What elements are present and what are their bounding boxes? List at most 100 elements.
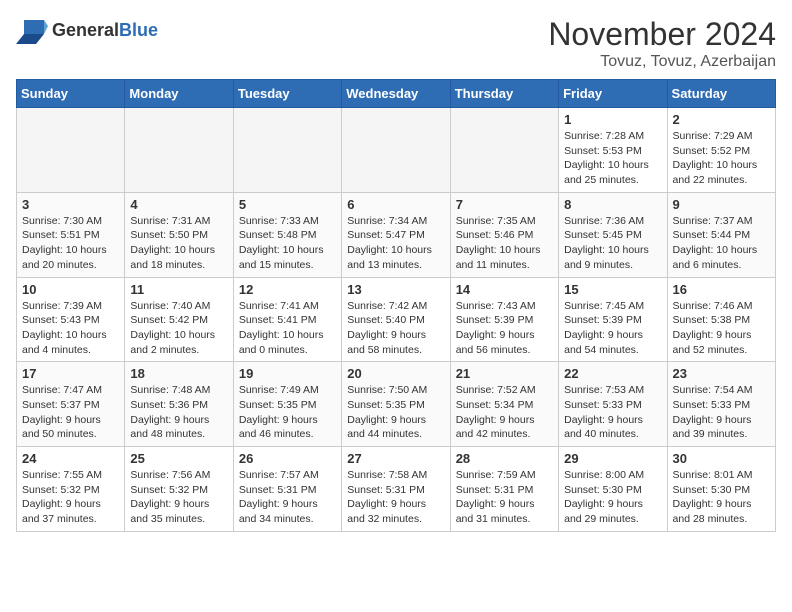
- calendar-cell: 21 Sunrise: 7:52 AM Sunset: 5:34 PM Dayli…: [450, 362, 558, 447]
- calendar-cell: 25 Sunrise: 7:56 AM Sunset: 5:32 PM Dayli…: [125, 447, 233, 532]
- day-number: 21: [456, 366, 553, 381]
- day-number: 6: [347, 197, 444, 212]
- day-number: 26: [239, 451, 336, 466]
- week-row-2: 3 Sunrise: 7:30 AM Sunset: 5:51 PM Daylig…: [17, 192, 776, 277]
- calendar-cell: 28Sunrise: 7:59 AM Sunset: 5:31 PM Dayli…: [450, 447, 558, 532]
- day-info: Sunrise: 7:52 AM Sunset: 5:34 PM Dayligh…: [456, 383, 553, 442]
- calendar-cell: 17 Sunrise: 7:47 AM Sunset: 5:37 PM Dayli…: [17, 362, 125, 447]
- day-info: Sunrise: 7:45 AM Sunset: 5:39 PM Dayligh…: [564, 299, 661, 358]
- week-row-5: 24 Sunrise: 7:55 AM Sunset: 5:32 PM Dayli…: [17, 447, 776, 532]
- day-number: 29: [564, 451, 661, 466]
- day-info: Sunrise: 7:33 AM Sunset: 5:48 PM Dayligh…: [239, 214, 336, 273]
- day-number: 3: [22, 197, 119, 212]
- day-info: Sunrise: 7:46 AM Sunset: 5:38 PM Dayligh…: [673, 299, 770, 358]
- day-number: 22: [564, 366, 661, 381]
- calendar-cell: 26 Sunrise: 7:57 AM Sunset: 5:31 PM Dayli…: [233, 447, 341, 532]
- weekday-header-friday: Friday: [559, 80, 667, 108]
- day-info: Sunrise: 7:48 AM Sunset: 5:36 PM Dayligh…: [130, 383, 227, 442]
- calendar-cell: 19 Sunrise: 7:49 AM Sunset: 5:35 PM Dayli…: [233, 362, 341, 447]
- day-info: Sunrise: 7:28 AM Sunset: 5:53 PM Dayligh…: [564, 129, 661, 188]
- calendar-cell: 6 Sunrise: 7:34 AM Sunset: 5:47 PM Daylig…: [342, 192, 450, 277]
- day-number: 5: [239, 197, 336, 212]
- day-number: 2: [673, 112, 770, 127]
- calendar-cell: 14 Sunrise: 7:43 AM Sunset: 5:39 PM Dayli…: [450, 277, 558, 362]
- day-info: Sunrise: 7:47 AM Sunset: 5:37 PM Dayligh…: [22, 383, 119, 442]
- day-info: Sunrise: 7:53 AM Sunset: 5:33 PM Dayligh…: [564, 383, 661, 442]
- week-row-4: 17 Sunrise: 7:47 AM Sunset: 5:37 PM Dayli…: [17, 362, 776, 447]
- day-info: Sunrise: 7:35 AM Sunset: 5:46 PM Dayligh…: [456, 214, 553, 273]
- weekday-header-monday: Monday: [125, 80, 233, 108]
- day-number: 24: [22, 451, 119, 466]
- day-number: 17: [22, 366, 119, 381]
- day-info: Sunrise: 7:37 AM Sunset: 5:44 PM Dayligh…: [673, 214, 770, 273]
- day-info: Sunrise: 7:50 AM Sunset: 5:35 PM Dayligh…: [347, 383, 444, 442]
- calendar-cell: 1 Sunrise: 7:28 AM Sunset: 5:53 PM Daylig…: [559, 108, 667, 193]
- day-number: 20: [347, 366, 444, 381]
- day-number: 9: [673, 197, 770, 212]
- calendar-cell: 5 Sunrise: 7:33 AM Sunset: 5:48 PM Daylig…: [233, 192, 341, 277]
- month-title: November 2024: [548, 16, 776, 53]
- logo-text: GeneralBlue: [52, 20, 158, 41]
- day-number: 10: [22, 282, 119, 297]
- calendar-cell: 29 Sunrise: 8:00 AM Sunset: 5:30 PM Dayli…: [559, 447, 667, 532]
- day-number: 30: [673, 451, 770, 466]
- day-info: Sunrise: 7:36 AM Sunset: 5:45 PM Dayligh…: [564, 214, 661, 273]
- calendar-cell: 23Sunrise: 7:54 AM Sunset: 5:33 PM Dayli…: [667, 362, 775, 447]
- day-number: 14: [456, 282, 553, 297]
- day-info: Sunrise: 7:56 AM Sunset: 5:32 PM Dayligh…: [130, 468, 227, 527]
- calendar-cell: 18Sunrise: 7:48 AM Sunset: 5:36 PM Dayli…: [125, 362, 233, 447]
- calendar-cell: 7Sunrise: 7:35 AM Sunset: 5:46 PM Daylig…: [450, 192, 558, 277]
- calendar-cell: 4 Sunrise: 7:31 AM Sunset: 5:50 PM Daylig…: [125, 192, 233, 277]
- day-info: Sunrise: 7:55 AM Sunset: 5:32 PM Dayligh…: [22, 468, 119, 527]
- day-number: 19: [239, 366, 336, 381]
- calendar-cell: 15 Sunrise: 7:45 AM Sunset: 5:39 PM Dayli…: [559, 277, 667, 362]
- day-number: 13: [347, 282, 444, 297]
- calendar-cell: [450, 108, 558, 193]
- day-info: Sunrise: 7:43 AM Sunset: 5:39 PM Dayligh…: [456, 299, 553, 358]
- day-info: Sunrise: 7:31 AM Sunset: 5:50 PM Dayligh…: [130, 214, 227, 273]
- day-info: Sunrise: 7:29 AM Sunset: 5:52 PM Dayligh…: [673, 129, 770, 188]
- day-number: 25: [130, 451, 227, 466]
- day-number: 8: [564, 197, 661, 212]
- calendar-cell: [342, 108, 450, 193]
- calendar-cell: 12 Sunrise: 7:41 AM Sunset: 5:41 PM Dayli…: [233, 277, 341, 362]
- calendar-cell: 10 Sunrise: 7:39 AM Sunset: 5:43 PM Dayli…: [17, 277, 125, 362]
- calendar-cell: 27 Sunrise: 7:58 AM Sunset: 5:31 PM Dayli…: [342, 447, 450, 532]
- weekday-header-saturday: Saturday: [667, 80, 775, 108]
- day-number: 16: [673, 282, 770, 297]
- day-info: Sunrise: 7:42 AM Sunset: 5:40 PM Dayligh…: [347, 299, 444, 358]
- day-number: 27: [347, 451, 444, 466]
- day-info: Sunrise: 7:58 AM Sunset: 5:31 PM Dayligh…: [347, 468, 444, 527]
- logo-blue: Blue: [119, 20, 158, 40]
- day-info: Sunrise: 7:40 AM Sunset: 5:42 PM Dayligh…: [130, 299, 227, 358]
- logo-icon: [16, 16, 48, 44]
- day-number: 15: [564, 282, 661, 297]
- weekday-header-wednesday: Wednesday: [342, 80, 450, 108]
- calendar-cell: 2 Sunrise: 7:29 AM Sunset: 5:52 PM Daylig…: [667, 108, 775, 193]
- day-number: 28: [456, 451, 553, 466]
- week-row-1: 1 Sunrise: 7:28 AM Sunset: 5:53 PM Daylig…: [17, 108, 776, 193]
- day-info: Sunrise: 7:34 AM Sunset: 5:47 PM Dayligh…: [347, 214, 444, 273]
- calendar-cell: [233, 108, 341, 193]
- day-info: Sunrise: 7:30 AM Sunset: 5:51 PM Dayligh…: [22, 214, 119, 273]
- day-info: Sunrise: 8:00 AM Sunset: 5:30 PM Dayligh…: [564, 468, 661, 527]
- day-number: 12: [239, 282, 336, 297]
- calendar-table: SundayMondayTuesdayWednesdayThursdayFrid…: [16, 79, 776, 532]
- page-header: GeneralBlue November 2024 Tovuz, Tovuz, …: [16, 16, 776, 71]
- calendar-cell: 9 Sunrise: 7:37 AM Sunset: 5:44 PM Daylig…: [667, 192, 775, 277]
- day-info: Sunrise: 7:49 AM Sunset: 5:35 PM Dayligh…: [239, 383, 336, 442]
- day-number: 1: [564, 112, 661, 127]
- logo-general: General: [52, 20, 119, 40]
- weekday-header-row: SundayMondayTuesdayWednesdayThursdayFrid…: [17, 80, 776, 108]
- calendar-cell: 30Sunrise: 8:01 AM Sunset: 5:30 PM Dayli…: [667, 447, 775, 532]
- week-row-3: 10 Sunrise: 7:39 AM Sunset: 5:43 PM Dayli…: [17, 277, 776, 362]
- weekday-header-thursday: Thursday: [450, 80, 558, 108]
- day-info: Sunrise: 7:41 AM Sunset: 5:41 PM Dayligh…: [239, 299, 336, 358]
- calendar-cell: 8 Sunrise: 7:36 AM Sunset: 5:45 PM Daylig…: [559, 192, 667, 277]
- day-info: Sunrise: 7:57 AM Sunset: 5:31 PM Dayligh…: [239, 468, 336, 527]
- calendar-cell: 20 Sunrise: 7:50 AM Sunset: 5:35 PM Dayli…: [342, 362, 450, 447]
- location-subtitle: Tovuz, Tovuz, Azerbaijan: [548, 53, 776, 71]
- day-info: Sunrise: 7:39 AM Sunset: 5:43 PM Dayligh…: [22, 299, 119, 358]
- day-number: 4: [130, 197, 227, 212]
- calendar-cell: 13 Sunrise: 7:42 AM Sunset: 5:40 PM Dayli…: [342, 277, 450, 362]
